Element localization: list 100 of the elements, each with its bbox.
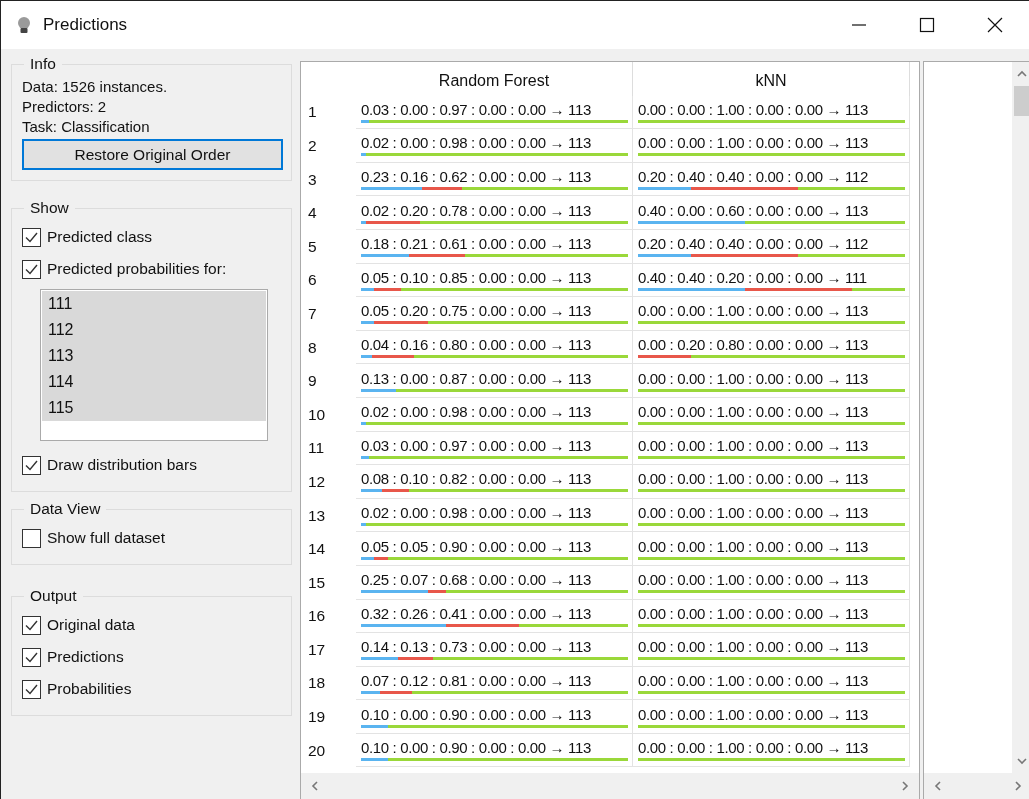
prediction-text: 0.00 : 0.00 : 1.00 : 0.00 : 0.00 → 113 <box>638 604 869 623</box>
close-icon <box>987 17 1003 33</box>
prediction-text: 0.02 : 0.00 : 0.98 : 0.00 : 0.00 → 113 <box>361 134 592 153</box>
prediction-text: 0.00 : 0.00 : 1.00 : 0.00 : 0.00 → 113 <box>638 436 869 455</box>
class-list-item[interactable]: 113 <box>42 343 266 369</box>
scroll-down-icon[interactable] <box>1016 755 1028 767</box>
prediction-text: 0.00 : 0.00 : 1.00 : 0.00 : 0.00 → 113 <box>638 638 869 657</box>
prediction-text: 0.00 : 0.00 : 1.00 : 0.00 : 0.00 → 113 <box>638 672 869 690</box>
prediction-text: 0.32 : 0.26 : 0.41 : 0.00 : 0.00 → 113 <box>361 604 592 623</box>
checkbox[interactable] <box>22 259 41 279</box>
group-title: Output <box>29 587 78 605</box>
checkbox[interactable] <box>22 455 41 475</box>
scroll-right-icon[interactable] <box>899 780 911 792</box>
minimize-icon <box>851 24 867 26</box>
checkbox[interactable] <box>22 528 41 548</box>
row-number: 7 <box>307 303 318 324</box>
prediction-text: 0.00 : 0.00 : 1.00 : 0.00 : 0.00 → 113 <box>638 571 869 590</box>
row-number: 12 <box>307 471 327 492</box>
prediction-text: 0.13 : 0.00 : 0.87 : 0.00 : 0.00 → 113 <box>361 369 592 388</box>
prediction-text: 0.04 : 0.16 : 0.80 : 0.00 : 0.00 → 113 <box>361 336 592 355</box>
checkbox-label: Draw distribution bars <box>47 456 197 474</box>
prediction-text: 0.03 : 0.00 : 0.97 : 0.00 : 0.00 → 113 <box>361 100 592 119</box>
prediction-text: 0.25 : 0.07 : 0.68 : 0.00 : 0.00 → 113 <box>361 571 592 590</box>
prediction-text: 0.03 : 0.00 : 0.97 : 0.00 : 0.00 → 113 <box>361 436 592 455</box>
prediction-text: 0.05 : 0.05 : 0.90 : 0.00 : 0.00 → 113 <box>361 537 592 556</box>
row-number: 3 <box>307 169 318 190</box>
row-number: 13 <box>307 505 327 526</box>
vertical-scrollbar[interactable] <box>1012 62 1029 773</box>
row-number: 15 <box>307 572 327 593</box>
checkbox-label: Predicted class <box>47 228 153 246</box>
row-number: 17 <box>307 639 327 660</box>
prediction-text: 0.00 : 0.00 : 1.00 : 0.00 : 0.00 → 113 <box>638 100 869 119</box>
prediction-text: 0.10 : 0.00 : 0.90 : 0.00 : 0.00 → 113 <box>361 705 592 724</box>
group-title: Show <box>29 199 70 217</box>
row-number: 8 <box>307 337 318 358</box>
prediction-text: 0.00 : 0.00 : 1.00 : 0.00 : 0.00 → 113 <box>638 537 869 556</box>
prediction-text: 0.40 : 0.00 : 0.60 : 0.00 : 0.00 → 113 <box>638 201 869 220</box>
class-list-item[interactable]: 114 <box>42 369 266 395</box>
prediction-text: 0.00 : 0.20 : 0.80 : 0.00 : 0.00 → 113 <box>638 336 869 355</box>
checkbox-label: Original data <box>47 616 135 634</box>
row-number: 14 <box>307 539 327 560</box>
group-title: Data View <box>29 500 102 518</box>
horizontal-scrollbar[interactable] <box>301 773 919 799</box>
prediction-text: 0.00 : 0.00 : 1.00 : 0.00 : 0.00 → 113 <box>638 470 869 489</box>
column-header[interactable]: Random Forest <box>356 62 633 100</box>
prediction-text: 0.20 : 0.40 : 0.40 : 0.00 : 0.00 → 112 <box>638 235 869 254</box>
info-text: Data: 1526 instances. <box>22 77 169 97</box>
row-number: 6 <box>307 270 318 291</box>
prediction-text: 0.07 : 0.12 : 0.81 : 0.00 : 0.00 → 113 <box>361 672 592 690</box>
row-number: 11 <box>307 438 326 459</box>
class-list-item[interactable]: 115 <box>42 395 266 421</box>
checkbox-label: Show full dataset <box>47 529 166 547</box>
prediction-text: 0.05 : 0.20 : 0.75 : 0.00 : 0.00 → 113 <box>361 302 592 321</box>
scroll-left-icon[interactable] <box>309 780 321 792</box>
group-title: Info <box>29 55 57 73</box>
prediction-text: 0.00 : 0.00 : 1.00 : 0.00 : 0.00 → 113 <box>638 369 869 388</box>
row-number: 1 <box>307 102 318 123</box>
prediction-text: 0.02 : 0.20 : 0.78 : 0.00 : 0.00 → 113 <box>361 201 592 220</box>
checkbox[interactable] <box>22 679 41 699</box>
maximize-icon <box>919 17 935 33</box>
restore-order-button[interactable]: Restore Original Order <box>22 139 283 170</box>
row-number: 4 <box>307 203 318 224</box>
row-number: 9 <box>307 371 318 392</box>
prediction-text: 0.00 : 0.00 : 1.00 : 0.00 : 0.00 → 113 <box>638 302 869 321</box>
prediction-text: 0.00 : 0.00 : 1.00 : 0.00 : 0.00 → 113 <box>638 403 869 422</box>
checkbox-label: Predictions <box>47 648 124 666</box>
checkbox[interactable] <box>22 647 41 667</box>
row-number: 2 <box>307 136 318 156</box>
info-text: Task: Classification <box>22 117 151 137</box>
window-title: Predictions <box>43 15 129 35</box>
prediction-text: 0.10 : 0.00 : 0.90 : 0.00 : 0.00 → 113 <box>361 739 592 758</box>
checkbox[interactable] <box>22 615 41 635</box>
class-list-item[interactable]: 112 <box>42 317 266 343</box>
row-number: 16 <box>307 606 327 627</box>
class-list-item[interactable]: 111 <box>42 291 266 317</box>
prediction-text: 0.00 : 0.00 : 1.00 : 0.00 : 0.00 → 113 <box>638 739 869 758</box>
prediction-text: 0.20 : 0.40 : 0.40 : 0.00 : 0.00 → 112 <box>638 168 869 187</box>
row-number: 19 <box>307 707 327 728</box>
scrollbar-thumb[interactable] <box>1013 86 1029 116</box>
row-number: 10 <box>307 404 327 425</box>
checkbox-label: Predicted probabilities for: <box>47 260 227 278</box>
app-icon <box>17 16 31 34</box>
prediction-text: 0.02 : 0.00 : 0.98 : 0.00 : 0.00 → 113 <box>361 504 592 522</box>
scroll-right-icon[interactable] <box>1012 780 1024 792</box>
info-text: Predictors: 2 <box>22 97 108 117</box>
prediction-text: 0.08 : 0.10 : 0.82 : 0.00 : 0.00 → 113 <box>361 470 592 489</box>
checkbox[interactable] <box>22 227 41 247</box>
prediction-text: 0.05 : 0.10 : 0.85 : 0.00 : 0.00 → 113 <box>361 268 592 287</box>
prediction-text: 0.00 : 0.00 : 1.00 : 0.00 : 0.00 → 113 <box>638 705 869 724</box>
row-number: 18 <box>307 673 327 694</box>
prediction-text: 0.14 : 0.13 : 0.73 : 0.00 : 0.00 → 113 <box>361 638 592 657</box>
prediction-text: 0.40 : 0.40 : 0.20 : 0.00 : 0.00 → 111 <box>638 268 868 287</box>
row-number: 5 <box>307 236 318 257</box>
checkbox-label: Probabilities <box>47 680 132 698</box>
row-number: 20 <box>307 740 327 761</box>
prediction-text: 0.23 : 0.16 : 0.62 : 0.00 : 0.00 → 113 <box>361 168 592 187</box>
prediction-text: 0.00 : 0.00 : 1.00 : 0.00 : 0.00 → 113 <box>638 504 869 522</box>
scroll-left-icon[interactable] <box>932 780 944 792</box>
column-header[interactable]: kNN <box>633 62 910 100</box>
prediction-text: 0.18 : 0.21 : 0.61 : 0.00 : 0.00 → 113 <box>361 235 592 254</box>
